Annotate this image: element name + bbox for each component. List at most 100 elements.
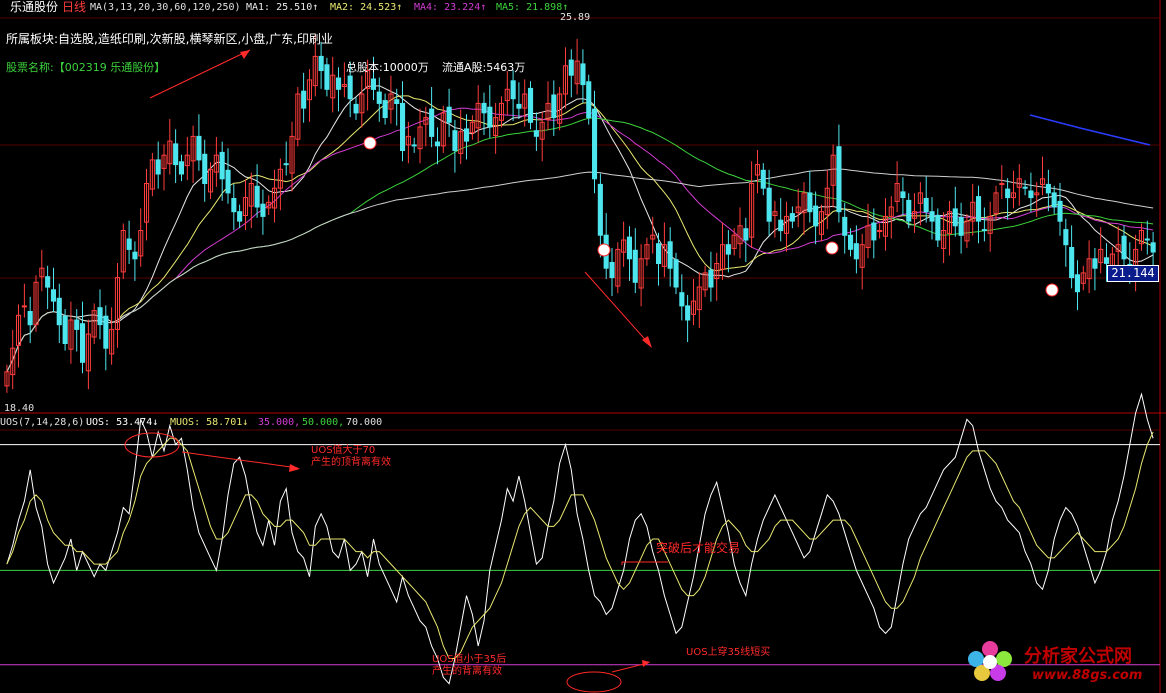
candle-body bbox=[807, 192, 813, 213]
stock-name-info: 股票名称:【002319 乐通股份】 bbox=[6, 61, 166, 74]
annotation-arrows bbox=[124, 49, 668, 693]
candle-body bbox=[376, 91, 382, 104]
sector-info: 所属板块:自选股,造纸印刷,次新股,横琴新区,小盘,广东,印刷业 bbox=[6, 32, 333, 46]
candle-body bbox=[487, 106, 493, 128]
candle-body bbox=[21, 305, 27, 308]
level-50-label: 50.000, bbox=[302, 417, 345, 428]
candle-body bbox=[1005, 188, 1011, 199]
ma120-line bbox=[6, 168, 1154, 373]
candle-body bbox=[725, 244, 731, 255]
smiley-icon bbox=[1045, 283, 1059, 297]
candle-body bbox=[260, 203, 266, 217]
candle-body bbox=[231, 198, 237, 213]
candle-body bbox=[592, 108, 598, 180]
candle-body bbox=[656, 243, 662, 264]
candle-body bbox=[97, 307, 103, 326]
candle-body bbox=[394, 99, 400, 104]
level-35-label: 35.000, bbox=[258, 417, 301, 428]
annotation-ellipse-bottom bbox=[566, 671, 622, 693]
candle-body bbox=[853, 243, 859, 260]
candle-body bbox=[336, 77, 342, 90]
annotation-cross35: UOS上穿35线短买 bbox=[686, 647, 771, 658]
candle-body bbox=[103, 315, 109, 349]
candle-body bbox=[178, 161, 184, 175]
candle-body bbox=[1092, 258, 1098, 269]
candle-body bbox=[27, 311, 33, 326]
last-price-box: 21.144 bbox=[1107, 265, 1159, 282]
candle-body bbox=[173, 143, 179, 166]
total-shares-info: 总股本:10000万 bbox=[346, 61, 429, 74]
candle-body bbox=[760, 169, 766, 189]
ma30-line bbox=[6, 107, 1154, 373]
candle-body bbox=[411, 144, 417, 147]
candle-body bbox=[50, 289, 57, 302]
candle-body bbox=[778, 219, 784, 232]
candle-body bbox=[452, 130, 458, 151]
candle-body bbox=[254, 185, 260, 208]
candle-body bbox=[1121, 235, 1127, 260]
candle-body bbox=[510, 80, 516, 100]
candle-body bbox=[126, 238, 132, 250]
candle-body bbox=[848, 234, 854, 250]
candle-body bbox=[906, 199, 912, 222]
watermark-url: www.88gs.com bbox=[1032, 668, 1143, 683]
ma4-value: MA4: 23.224↑ bbox=[414, 2, 487, 13]
ma2-value: MA2: 24.523↑ bbox=[330, 2, 403, 13]
stock-name: 乐通股份 bbox=[10, 0, 59, 14]
candle-body bbox=[935, 215, 941, 241]
candle-body bbox=[464, 128, 470, 142]
annotation-arrowhead-35 bbox=[642, 660, 650, 667]
muos-line bbox=[6, 431, 1154, 659]
candle-body bbox=[813, 205, 819, 227]
candle-body bbox=[685, 305, 691, 321]
candle-body bbox=[1069, 247, 1075, 279]
indicator-params[interactable]: UOS(7,14,28,6) bbox=[0, 416, 84, 429]
candle-body bbox=[626, 236, 633, 260]
breakthrough-line bbox=[621, 561, 668, 565]
ma-params: MA(3,13,20,30,60,120,250) bbox=[90, 2, 241, 13]
candle-body bbox=[981, 229, 987, 232]
candle-body bbox=[580, 63, 586, 86]
flower-icon bbox=[968, 641, 1012, 681]
candle-body bbox=[952, 208, 958, 227]
candle-body bbox=[429, 108, 435, 137]
candle-body bbox=[1051, 192, 1057, 208]
candle-body bbox=[237, 211, 243, 222]
ma20-line bbox=[6, 95, 1154, 373]
candle-body bbox=[1045, 183, 1051, 194]
candle-body bbox=[74, 319, 80, 330]
candle-body bbox=[1028, 190, 1034, 199]
watermark-title: 分析家公式网 bbox=[1024, 646, 1132, 667]
candle-body bbox=[370, 78, 376, 90]
candle-body bbox=[196, 135, 202, 161]
candle-body bbox=[609, 262, 615, 279]
candle-body bbox=[516, 103, 522, 109]
candle-body bbox=[132, 251, 138, 260]
ma250-line bbox=[1029, 114, 1151, 146]
candle-body bbox=[923, 198, 929, 213]
annotation-arrow-top bbox=[149, 49, 251, 99]
candle-body bbox=[219, 151, 225, 180]
candle-body bbox=[301, 90, 307, 109]
candle-body bbox=[766, 187, 772, 222]
candle-body bbox=[56, 297, 62, 326]
candle-body bbox=[324, 64, 330, 90]
candle-body bbox=[155, 159, 161, 175]
candle-body bbox=[1063, 229, 1069, 246]
candle-body bbox=[842, 216, 848, 236]
annotation-breakthrough: 突破后才能交易 bbox=[656, 541, 741, 555]
candle-body bbox=[836, 146, 842, 213]
period-label[interactable]: 日线 bbox=[62, 1, 86, 14]
candle-body bbox=[871, 222, 877, 241]
annotation-below35-line2: 产生的背离有效 bbox=[432, 666, 502, 677]
uos-value: UOS: 53.474↓ bbox=[86, 417, 159, 428]
candle-body bbox=[283, 163, 289, 166]
candle-body bbox=[976, 196, 982, 222]
candle-body bbox=[708, 269, 714, 288]
candle-body bbox=[789, 213, 795, 222]
smiley-icon bbox=[825, 241, 839, 255]
smiley-icon bbox=[597, 243, 611, 257]
candle-body bbox=[481, 102, 487, 114]
candle-body bbox=[667, 241, 673, 269]
candle-body bbox=[929, 211, 935, 222]
